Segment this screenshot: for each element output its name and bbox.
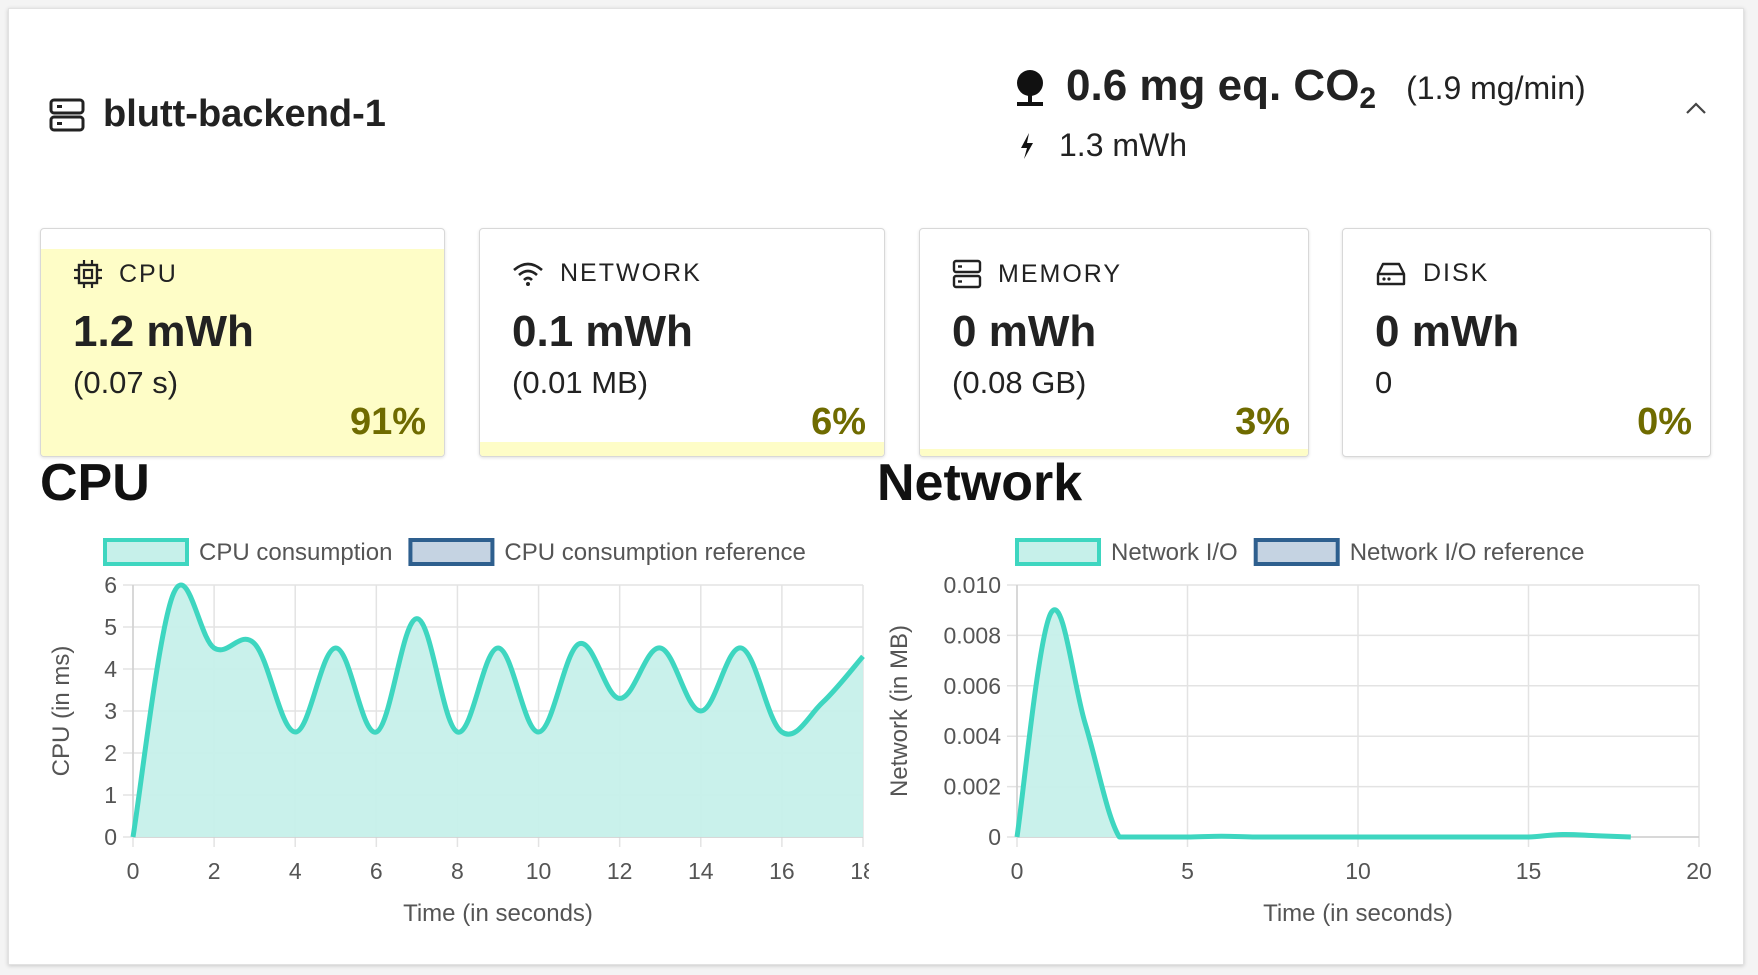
disk-drive-icon [1376, 262, 1406, 285]
y-tick-label: 5 [104, 614, 117, 640]
series-area [1017, 609, 1631, 837]
metric-label: MEMORY [998, 259, 1123, 288]
y-tick-label: 0 [104, 824, 117, 850]
series-line [1014, 607, 1631, 840]
legend-swatch [1015, 538, 1101, 566]
cpu-chip-icon [74, 260, 102, 288]
energy-value: 1.3 mWh [1059, 127, 1188, 163]
metric-value: 0 mWh [952, 307, 1097, 356]
metric-value: 0 mWh [1375, 307, 1520, 356]
tree-icon [1017, 69, 1043, 106]
x-tick-label: 5 [1181, 858, 1194, 884]
lightning-icon [1021, 132, 1033, 159]
metric-network[interactable]: NETWORK 0.1 mWh (0.01 MB) 6% [479, 228, 885, 457]
cpu-chart-title: CPU [40, 454, 150, 512]
y-axis-title: CPU (in ms) [48, 646, 75, 777]
x-tick-label: 8 [451, 858, 464, 884]
co2-summary: 0.6 mg eq. CO2 (1.9 mg/min) [1014, 61, 1586, 116]
x-tick-label: 10 [1345, 858, 1371, 884]
x-tick-label: 15 [1516, 858, 1542, 884]
x-tick-label: 18 [850, 858, 869, 884]
series-area [133, 584, 863, 837]
x-tick-label: 2 [208, 858, 221, 884]
x-tick-label: 10 [526, 858, 552, 884]
y-tick-label: 0.004 [943, 723, 1001, 749]
y-axis-title: Network (in MB) [886, 625, 913, 797]
metric-value: 0.1 mWh [512, 307, 693, 356]
x-tick-label: 14 [688, 858, 714, 884]
metric-cpu[interactable]: CPU 1.2 mWh (0.07 s) 91% [40, 228, 445, 457]
cpu-chart: CPU consumption CPU consumption reference… [48, 538, 869, 927]
x-axis-title: Time (in seconds) [1263, 900, 1453, 927]
metric-disk[interactable]: DISK 0 mWh 0 0% [1342, 228, 1711, 457]
network-chart-title: Network [877, 454, 1083, 512]
legend-label: Network I/O reference [1350, 539, 1585, 566]
co2-rate: (1.9 mg/min) [1406, 70, 1586, 106]
metric-detail: (0.01 MB) [512, 365, 649, 400]
metric-label: DISK [1423, 259, 1490, 287]
metric-fill [480, 442, 884, 456]
x-tick-label: 4 [289, 858, 302, 884]
metric-detail: (0.07 s) [73, 365, 179, 400]
x-tick-label: 0 [1011, 858, 1024, 884]
service-title: blutt-backend-1 [103, 93, 386, 135]
network-chart: Network I/O Network I/O reference 0 5 10 15 20… [886, 538, 1712, 927]
energy-summary: 1.3 mWh [1019, 127, 1187, 164]
y-tick-label: 0.008 [943, 622, 1001, 648]
service-card: blutt-backend-1 0.6 mg eq. CO2 (1.9 mg/m… [8, 8, 1744, 965]
x-tick-label: 16 [769, 858, 795, 884]
x-tick-label: 6 [370, 858, 383, 884]
y-tick-label: 6 [104, 572, 117, 598]
co2-value: 0.6 mg eq. CO2 [1066, 61, 1377, 115]
y-tick-label: 0 [988, 824, 1001, 850]
server-icon [49, 98, 85, 131]
metric-detail: 0 [1375, 365, 1393, 400]
metric-percent: 6% [811, 401, 866, 443]
x-tick-label: 12 [607, 858, 633, 884]
legend-swatch [1253, 538, 1340, 566]
wifi-icon [513, 262, 543, 286]
y-tick-label: 0.002 [943, 774, 1001, 800]
y-tick-label: 3 [104, 698, 117, 724]
metric-detail: (0.08 GB) [952, 365, 1087, 400]
legend-label: CPU consumption reference [504, 539, 805, 566]
x-tick-label: 20 [1686, 858, 1712, 884]
x-axis-title: Time (in seconds) [403, 900, 593, 927]
metric-percent: 3% [1235, 401, 1290, 443]
legend-swatch [103, 538, 189, 566]
y-tick-label: 4 [104, 656, 117, 682]
y-tick-label: 1 [104, 782, 117, 808]
y-tick-label: 2 [104, 740, 117, 766]
metric-memory[interactable]: MEMORY 0 mWh (0.08 GB) 3% [919, 228, 1309, 457]
metric-percent: 0% [1637, 401, 1692, 443]
chevron-up-icon[interactable] [1685, 101, 1707, 115]
metric-label: NETWORK [560, 259, 702, 287]
x-tick-label: 0 [127, 858, 140, 884]
metric-label: CPU [119, 259, 178, 288]
legend-swatch [408, 538, 495, 566]
memory-icon [952, 259, 982, 289]
y-tick-label: 0.006 [943, 673, 1001, 699]
service-header: blutt-backend-1 [49, 93, 386, 136]
metric-percent: 91% [349, 401, 426, 443]
legend-label: Network I/O [1111, 539, 1238, 566]
metric-value: 1.2 mWh [73, 307, 254, 356]
legend-label: CPU consumption [199, 539, 392, 566]
y-tick-label: 0.010 [943, 572, 1001, 598]
